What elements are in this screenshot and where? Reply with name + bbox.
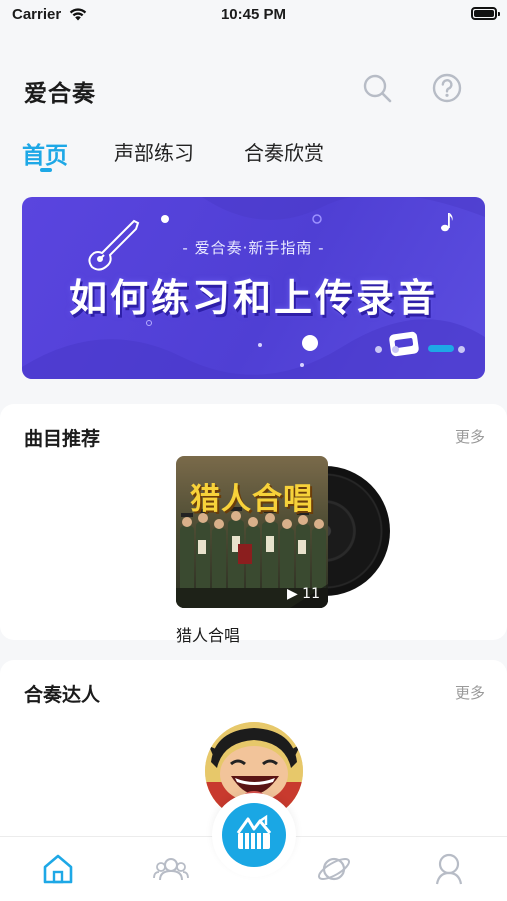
profile-icon[interactable] <box>431 851 467 887</box>
battery-icon <box>471 7 500 20</box>
song-title[interactable]: 猎人合唱 <box>176 622 240 646</box>
help-icon[interactable] <box>431 72 463 104</box>
record-center-icon <box>222 803 286 867</box>
banner-carousel[interactable]: - 爱合奏·新手指南 - 如何练习和上传录音 <box>22 197 485 379</box>
carousel-dot[interactable] <box>375 346 382 353</box>
clock: 10:45 PM <box>220 6 287 23</box>
more-link[interactable]: 更多 <box>455 682 485 703</box>
search-icon[interactable] <box>361 72 393 104</box>
discover-planet-icon[interactable] <box>316 851 352 887</box>
section-title: 曲目推荐 <box>24 428 101 450</box>
community-icon[interactable] <box>153 851 189 887</box>
tab-active-indicator <box>40 168 52 172</box>
album-cover-title: 猎人合唱 <box>190 482 314 517</box>
status-bar: Carrier 10:45 PM <box>0 0 507 30</box>
banner-title: 如何练习和上传录音 <box>68 276 438 320</box>
tab-part-practice[interactable]: 声部练习 <box>114 137 194 166</box>
recommended-section: 曲目推荐 更多 猎人合唱 ▶ 11 猎人合唱 <box>0 404 507 645</box>
carousel-dot[interactable] <box>458 346 465 353</box>
page-title: 爱合奏 <box>24 81 96 107</box>
album-cover: 猎人合唱 ▶ 11 <box>176 456 328 608</box>
music-note-icon <box>441 213 453 232</box>
home-icon[interactable] <box>40 851 76 887</box>
song-card[interactable]: 猎人合唱 ▶ 11 <box>176 456 390 608</box>
play-count: ▶ 11 <box>286 586 320 602</box>
tab-ensemble-appreciation[interactable]: 合奏欣赏 <box>244 137 324 166</box>
carousel-dot[interactable] <box>392 346 399 353</box>
record-center-button[interactable] <box>212 793 296 877</box>
radio-icon <box>389 331 419 357</box>
carousel-dot-active[interactable] <box>428 345 454 352</box>
tab-home[interactable]: 首页 <box>22 136 68 170</box>
section-title: 合奏达人 <box>24 684 101 706</box>
more-link[interactable]: 更多 <box>455 426 485 447</box>
banner-subtitle: - 爱合奏·新手指南 - <box>182 239 325 257</box>
